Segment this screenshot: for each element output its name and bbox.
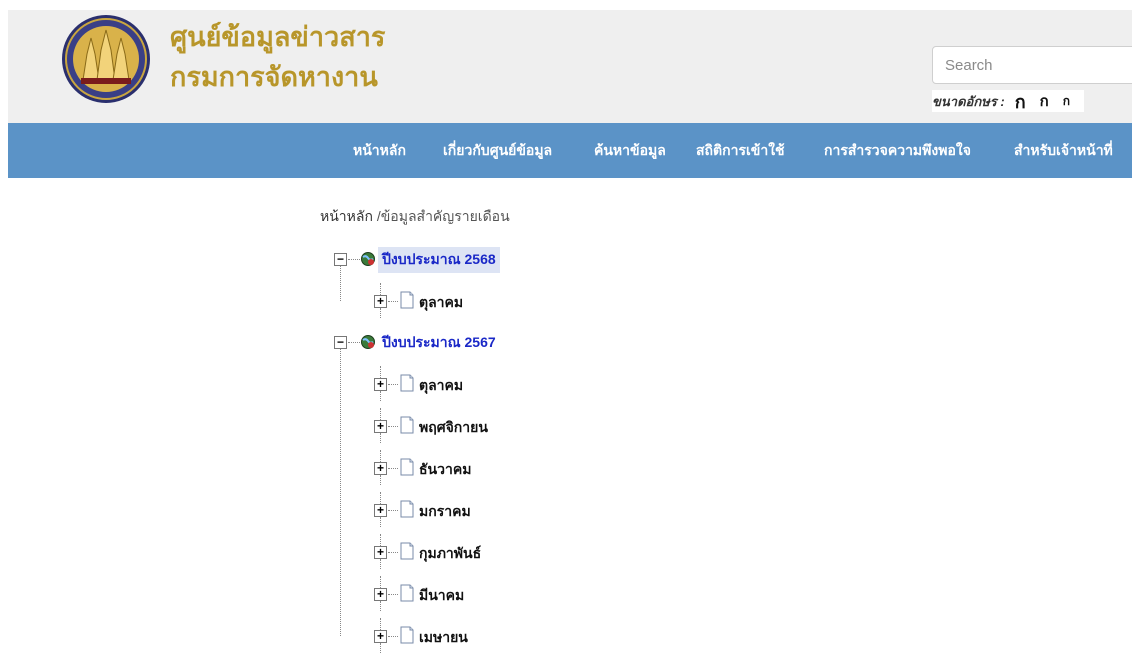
font-size-medium-button[interactable]: ก: [1040, 89, 1049, 113]
tree-connector: [388, 426, 398, 427]
tree-connector: [388, 510, 398, 511]
tree-connector: [388, 384, 398, 385]
collapse-toggle[interactable]: −: [334, 336, 347, 349]
tree-connector: [388, 301, 398, 302]
tree-connector: [380, 643, 381, 653]
page: ศูนย์ข้อมูลข่าวสาร กรมการจัดหางาน ขนาดอั…: [8, 10, 1132, 653]
document-icon: [399, 291, 415, 309]
collapse-toggle[interactable]: −: [334, 253, 347, 266]
tree-connector: [380, 433, 381, 443]
tree-month-link[interactable]: ตุลาคม: [419, 292, 463, 314]
site-title-line1: ศูนย์ข้อมูลข่าวสาร: [170, 22, 386, 53]
nav-item-survey[interactable]: การสำรวจความพึงพอใจ: [824, 123, 971, 178]
expand-toggle[interactable]: +: [374, 462, 387, 475]
breadcrumb-home-link[interactable]: หน้าหลัก: [320, 208, 373, 224]
tree-month-link[interactable]: มีนาคม: [419, 585, 464, 607]
tree-connector: [380, 475, 381, 485]
tree-connector: [380, 517, 381, 527]
tree-year-link[interactable]: ปีงบประมาณ 2568: [378, 247, 500, 273]
tree-connector: [348, 342, 360, 343]
tree-month-link[interactable]: เมษายน: [419, 627, 468, 649]
globe-icon: [360, 334, 376, 350]
expand-toggle[interactable]: +: [374, 630, 387, 643]
font-size-control: ขนาดอักษร : ก ก ก: [932, 90, 1084, 112]
breadcrumb: หน้าหลัก /ข้อมูลสำคัญรายเดือน: [320, 206, 510, 228]
document-icon: [399, 500, 415, 518]
search-input[interactable]: [932, 46, 1132, 84]
tree-connector: [380, 308, 381, 318]
site-header: ศูนย์ข้อมูลข่าวสาร กรมการจัดหางาน ขนาดอั…: [8, 10, 1132, 123]
tree-connector: [388, 594, 398, 595]
main-nav: หน้าหลัก เกี่ยวกับศูนย์ข้อมูล ค้นหาข้อมู…: [8, 123, 1132, 178]
document-icon: [399, 542, 415, 560]
nav-item-staff[interactable]: สำหรับเจ้าหน้าที่: [1014, 123, 1113, 178]
nav-item-about[interactable]: เกี่ยวกับศูนย์ข้อมูล: [443, 123, 552, 178]
nav-item-home[interactable]: หน้าหลัก: [353, 123, 406, 178]
tree-connector: [388, 468, 398, 469]
tree-connector: [348, 259, 360, 260]
expand-toggle[interactable]: +: [374, 504, 387, 517]
expand-toggle[interactable]: +: [374, 546, 387, 559]
tree-connector: [388, 636, 398, 637]
tree-month-link[interactable]: ธันวาคม: [419, 459, 471, 481]
tree-month-link[interactable]: มกราคม: [419, 501, 471, 523]
nav-item-statistics[interactable]: สถิติการเข้าใช้: [696, 123, 785, 178]
document-icon: [399, 458, 415, 476]
document-icon: [399, 374, 415, 392]
font-size-small-button[interactable]: ก: [1063, 92, 1070, 111]
tree-connector: [380, 391, 381, 401]
tree-connector: [380, 601, 381, 611]
expand-toggle[interactable]: +: [374, 588, 387, 601]
globe-icon: [360, 251, 376, 267]
tree-connector: [388, 552, 398, 553]
document-icon: [399, 584, 415, 602]
expand-toggle[interactable]: +: [374, 378, 387, 391]
tree-year-link[interactable]: ปีงบประมาณ 2567: [378, 330, 500, 356]
department-logo[interactable]: [61, 14, 151, 104]
font-size-large-button[interactable]: ก: [1015, 87, 1026, 116]
nav-item-search[interactable]: ค้นหาข้อมูล: [594, 123, 666, 178]
tree-month-link[interactable]: กุมภาพันธ์: [419, 543, 481, 565]
tree-connector: [380, 559, 381, 569]
tree-connector: [340, 266, 341, 301]
tree-month-link[interactable]: พฤศจิกายน: [419, 417, 488, 439]
tree-connector: [340, 349, 341, 636]
expand-toggle[interactable]: +: [374, 295, 387, 308]
breadcrumb-current: /ข้อมูลสำคัญรายเดือน: [372, 208, 510, 224]
document-icon: [399, 416, 415, 434]
expand-toggle[interactable]: +: [374, 420, 387, 433]
font-size-label: ขนาดอักษร :: [932, 93, 1005, 109]
tree-month-link[interactable]: ตุลาคม: [419, 375, 463, 397]
site-title-line2: กรมการจัดหางาน: [170, 62, 378, 93]
document-icon: [399, 626, 415, 644]
